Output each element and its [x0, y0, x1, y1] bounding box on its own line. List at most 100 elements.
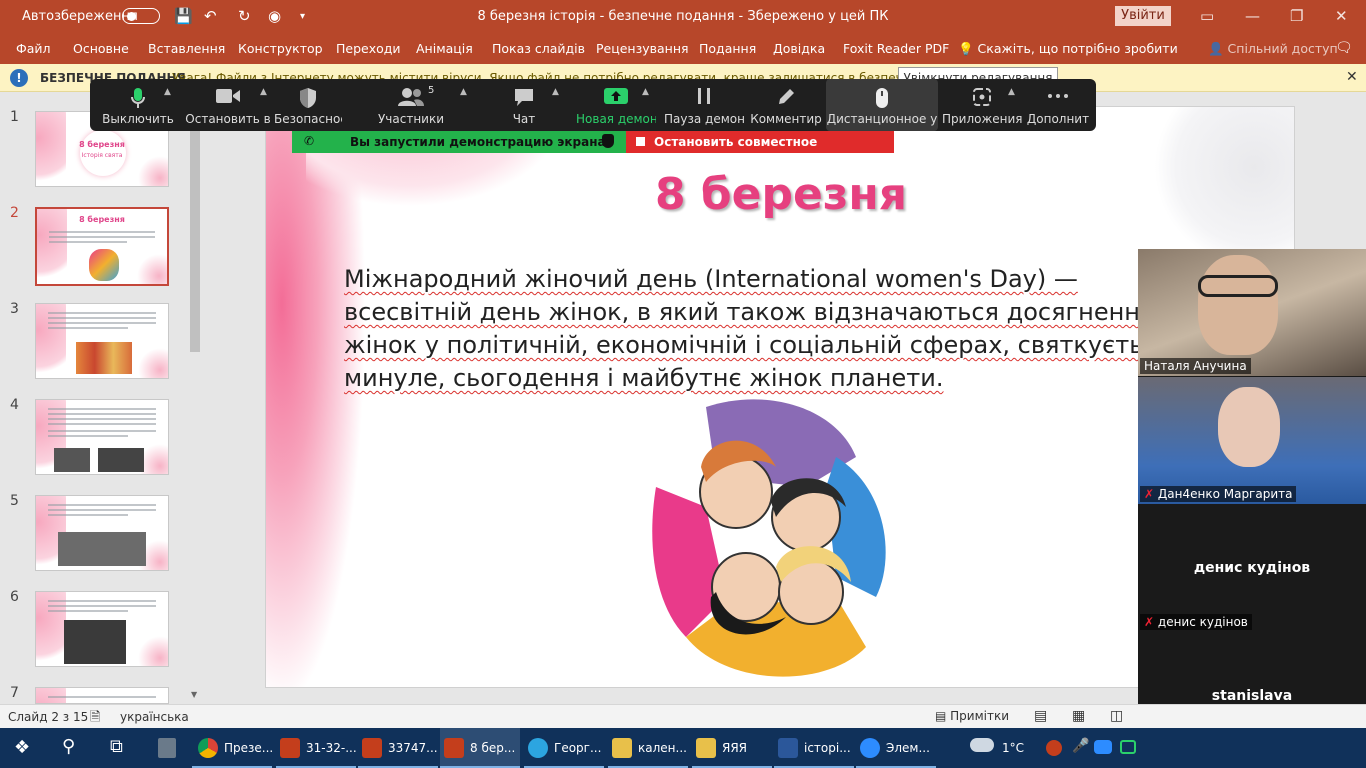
phone-icon: ✆: [304, 134, 315, 148]
tab-help[interactable]: Довідка: [773, 41, 825, 56]
more-button[interactable]: Дополнит: [1026, 79, 1090, 131]
participant-name-text: денис кудінов: [1157, 615, 1248, 629]
video-tile[interactable]: Наталя Анучина: [1138, 249, 1366, 376]
close-icon[interactable]: ✕: [1335, 7, 1348, 25]
ribbon-display-icon[interactable]: ▭: [1200, 7, 1214, 25]
share-screen-icon: [604, 88, 628, 104]
annotate-button[interactable]: Комментир: [748, 79, 824, 131]
remote-control-button[interactable]: Дистанционное у: [826, 79, 938, 131]
more-icon: [1048, 94, 1068, 98]
chrome-icon: [198, 738, 218, 758]
tab-insert[interactable]: Вставлення: [148, 41, 225, 56]
task-view-icon[interactable]: ⧉: [110, 736, 123, 757]
language-indicator[interactable]: українська: [120, 710, 189, 724]
zoom-tray-icon[interactable]: [1094, 740, 1112, 754]
taskbar-telegram[interactable]: Георг...: [524, 728, 604, 768]
tab-review[interactable]: Рецензування: [596, 41, 689, 56]
tab-animations[interactable]: Анімація: [416, 41, 473, 56]
video-tile[interactable]: денис кудінов ✗ денис кудінов: [1138, 505, 1366, 632]
taskbar-ppt-2[interactable]: 33747...: [358, 728, 438, 768]
tab-file[interactable]: Файл: [16, 41, 51, 56]
minimize-icon[interactable]: —: [1245, 7, 1260, 25]
taskbar-ppt-1[interactable]: 31-32-...: [276, 728, 357, 768]
taskbar-chrome[interactable]: Презе...: [192, 728, 273, 768]
slide-thumbnail-4[interactable]: [35, 399, 169, 475]
taskbar-word[interactable]: історі...: [774, 728, 854, 768]
taskbar-label: 31-32-...: [306, 741, 357, 755]
share-tray-icon[interactable]: [1120, 740, 1136, 754]
folder-icon: [612, 738, 632, 758]
slide-thumbnail-3[interactable]: [35, 303, 169, 379]
pause-share-button[interactable]: Пауза демон: [664, 79, 744, 131]
calculator-icon[interactable]: [158, 738, 176, 758]
chevron-down-icon[interactable]: ▲: [164, 87, 171, 97]
slide-number: 3: [10, 301, 19, 317]
share-button[interactable]: 👤 Спільний доступ: [1208, 41, 1338, 57]
participants-label: Участники: [377, 112, 445, 126]
tab-transitions[interactable]: Переходи: [336, 41, 401, 56]
apps-button[interactable]: ▲ Приложения: [942, 79, 1022, 131]
scroll-down-icon[interactable]: ▼: [191, 690, 197, 699]
notes-button[interactable]: ▤ Примітки: [935, 709, 1009, 723]
slide-thumbnail-7[interactable]: [35, 687, 169, 704]
slide-sorter-icon[interactable]: ▦: [1072, 708, 1085, 724]
notification-badge-icon[interactable]: [1046, 740, 1062, 756]
new-share-button[interactable]: ▲ Новая демон: [576, 79, 656, 131]
taskbar-ppt-active[interactable]: 8 бер...: [440, 728, 520, 768]
windows-start-icon[interactable]: ❖: [14, 737, 30, 758]
more-label: Дополнит: [1026, 112, 1090, 126]
slide-thumbnail-5[interactable]: [35, 495, 169, 571]
share-started-text: Вы запустили демонстрацию экрана: [350, 135, 606, 149]
close-bar-icon[interactable]: ✕: [1346, 69, 1358, 85]
spellcheck-icon[interactable]: 🗎: [90, 708, 100, 730]
taskbar-label: кален...: [638, 741, 687, 755]
tab-home[interactable]: Основне: [73, 41, 129, 56]
shield-icon: [300, 88, 316, 108]
chevron-down-icon[interactable]: ▲: [460, 87, 467, 97]
taskbar-zoom[interactable]: Элем...: [856, 728, 936, 768]
chevron-down-icon[interactable]: ▲: [260, 87, 267, 97]
security-button[interactable]: Безопаснос: [274, 79, 342, 131]
participant-name: Наталя Анучина: [1140, 358, 1251, 374]
participant-center-name: stanislava: [1211, 688, 1293, 704]
video-tile[interactable]: ✗ Дан4енко Маргарита: [1138, 377, 1366, 504]
taskbar-folder-1[interactable]: кален...: [608, 728, 688, 768]
microphone-tray-icon[interactable]: 🎤: [1072, 738, 1089, 754]
security-label: Безопаснос: [274, 112, 342, 126]
sign-in-button[interactable]: Увійти: [1115, 6, 1171, 26]
chat-button[interactable]: ▲ Чат: [486, 79, 562, 131]
comments-icon[interactable]: 🗨: [1335, 40, 1353, 56]
slide-number: 7: [10, 685, 19, 701]
chevron-down-icon[interactable]: ▲: [642, 87, 649, 97]
slide-thumbnail-6[interactable]: [35, 591, 169, 667]
weather-icon[interactable]: [970, 738, 994, 752]
tab-slideshow[interactable]: Показ слайдів: [492, 41, 585, 56]
chevron-down-icon[interactable]: ▲: [1008, 87, 1015, 97]
thumb-title: 8 березня: [79, 140, 125, 149]
tab-foxit[interactable]: Foxit Reader PDF: [843, 41, 949, 56]
word-icon: [778, 738, 798, 758]
taskbar-folder-2[interactable]: ЯЯЯ: [692, 728, 772, 768]
mute-button[interactable]: ▲ Выключить: [98, 79, 178, 131]
taskbar-label: Элем...: [886, 741, 930, 755]
search-icon[interactable]: ⚲: [62, 736, 75, 757]
powerpoint-icon: [280, 738, 300, 758]
tab-view[interactable]: Подання: [699, 41, 756, 56]
normal-view-icon[interactable]: ▤: [1034, 708, 1047, 724]
thumb-subtitle: Історія свята: [81, 152, 123, 159]
restore-icon[interactable]: ❐: [1290, 7, 1303, 25]
tab-design[interactable]: Конструктор: [238, 41, 323, 56]
stop-share-button[interactable]: Остановить совместное использование: [626, 131, 894, 163]
stop-video-button[interactable]: ▲ Остановить в: [182, 79, 274, 131]
chevron-down-icon[interactable]: ▲: [552, 87, 559, 97]
slide-thumbnail-2[interactable]: 8 березня: [35, 207, 169, 286]
weather-temp[interactable]: 1°C: [1002, 741, 1024, 755]
thumbnail-scrollbar[interactable]: ▲ ▼: [188, 98, 202, 704]
slide-title: 8 березня: [654, 169, 908, 220]
mouse-icon: [876, 88, 888, 108]
scroll-thumb[interactable]: [190, 112, 200, 352]
reading-view-icon[interactable]: ◫: [1110, 708, 1123, 724]
taskbar-label: 33747...: [388, 741, 438, 755]
participants-button[interactable]: 5 ▲ Участники: [370, 79, 467, 131]
tell-me-search[interactable]: 💡 Скажіть, що потрібно зробити: [958, 41, 1178, 57]
